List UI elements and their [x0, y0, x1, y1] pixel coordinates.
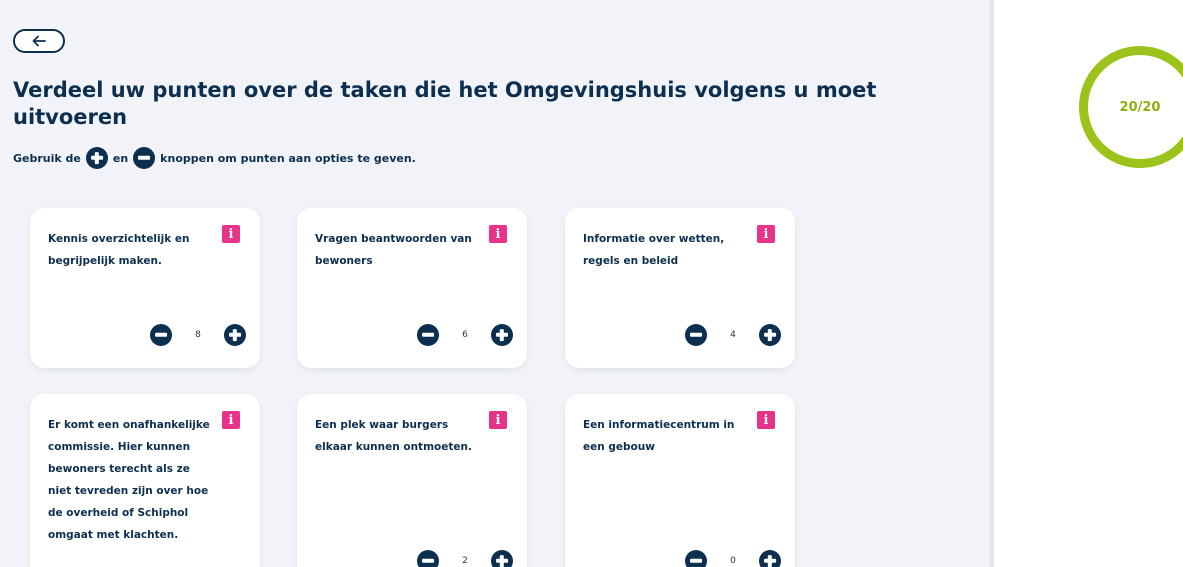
option-label: Informatie over wetten, regels en beleid [583, 233, 725, 267]
points-value[interactable] [443, 324, 487, 346]
arrow-left-icon [32, 35, 46, 47]
back-button[interactable] [13, 29, 65, 53]
info-button[interactable]: i [222, 411, 240, 429]
increase-button[interactable] [759, 550, 781, 567]
info-button[interactable]: i [757, 225, 775, 243]
option-card-informatie: Informatie over wetten, regels en beleid… [565, 208, 795, 368]
info-button[interactable]: i [222, 225, 240, 243]
info-button[interactable]: i [489, 225, 507, 243]
instructions: Gebruik de en knoppen om punten aan opti… [13, 147, 416, 169]
info-button[interactable]: i [489, 411, 507, 429]
decrease-button[interactable] [685, 324, 707, 346]
points-value[interactable] [711, 324, 755, 346]
option-card-kennis: Kennis overzichtelijk en begrijpelijk ma… [30, 208, 260, 368]
option-card-commissie: Er komt een onafhankelijke commissie. Hi… [30, 394, 260, 567]
option-label: Een informatiecentrum in een gebouw [583, 419, 735, 453]
decrease-button[interactable] [685, 550, 707, 567]
increase-button[interactable] [491, 324, 513, 346]
points-value[interactable] [443, 550, 487, 567]
decrease-button[interactable] [417, 550, 439, 567]
instructions-middle: en [112, 151, 129, 165]
instructions-prefix: Gebruik de [13, 151, 81, 165]
option-label: Een plek waar burgers elkaar kunnen ontm… [315, 419, 472, 453]
option-label: Vragen beantwoorden van bewoners [315, 233, 472, 267]
points-counter-text: 20/20 [1119, 99, 1161, 115]
points-stepper [417, 324, 513, 346]
plus-icon [85, 147, 108, 169]
option-card-informatiecentrum: Een informatiecentrum in een gebouw i [565, 394, 795, 567]
points-value[interactable] [176, 324, 220, 346]
decrease-button[interactable] [417, 324, 439, 346]
instructions-suffix: knoppen om punten aan opties te geven. [160, 151, 416, 165]
option-label: Kennis overzichtelijk en begrijpelijk ma… [48, 233, 190, 267]
option-card-ontmoetingsplek: Een plek waar burgers elkaar kunnen ontm… [297, 394, 527, 567]
page-title: Verdeel uw punten over de taken die het … [13, 78, 877, 129]
panel-divider [990, 0, 994, 567]
main-panel: Verdeel uw punten over de taken die het … [0, 0, 990, 567]
option-label: Er komt een onafhankelijke commissie. Hi… [48, 419, 210, 541]
option-card-vragen: Vragen beantwoorden van bewoners i [297, 208, 527, 368]
increase-button[interactable] [224, 324, 246, 346]
increase-button[interactable] [759, 324, 781, 346]
info-button[interactable]: i [757, 411, 775, 429]
points-value[interactable] [711, 550, 755, 567]
increase-button[interactable] [491, 550, 513, 567]
points-stepper [685, 324, 781, 346]
points-counter: 20/20 [1079, 46, 1183, 168]
points-stepper [685, 550, 781, 567]
points-stepper [417, 550, 513, 567]
decrease-button[interactable] [150, 324, 172, 346]
points-stepper [150, 324, 246, 346]
minus-icon [133, 147, 156, 169]
